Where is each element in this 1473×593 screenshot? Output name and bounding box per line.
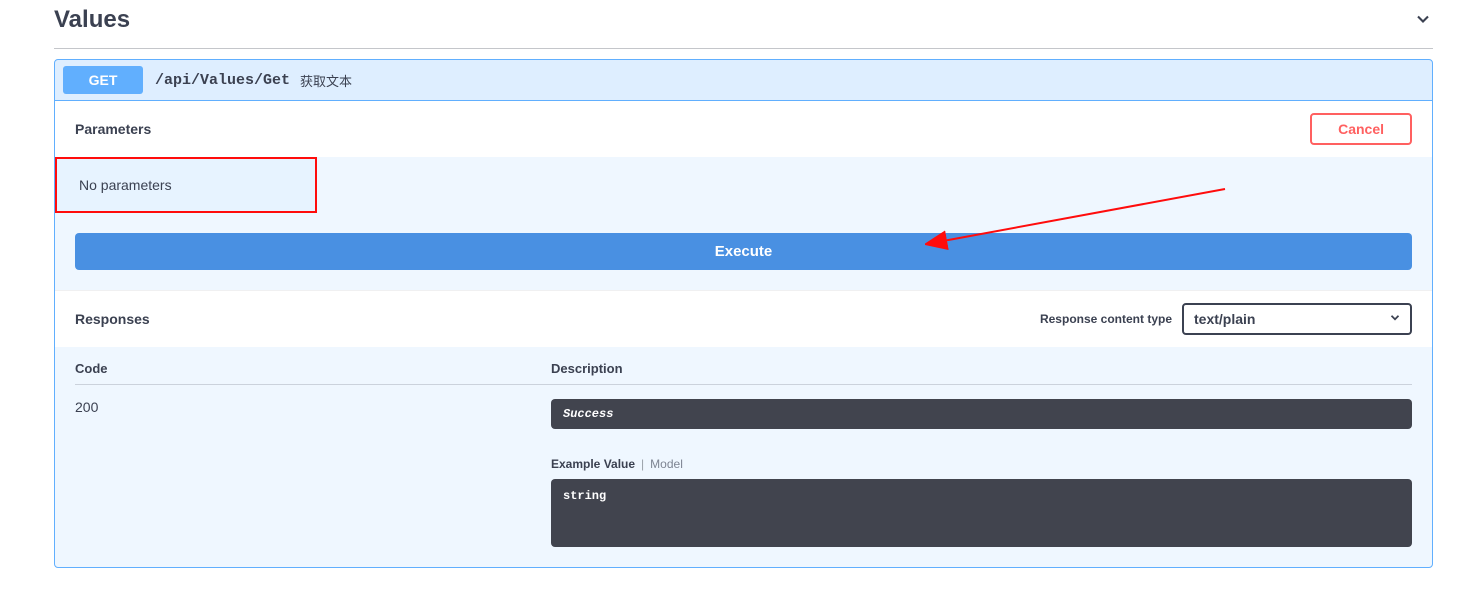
- chevron-down-icon: [1413, 9, 1433, 32]
- response-description-box: Success: [551, 399, 1412, 429]
- execute-button[interactable]: Execute: [75, 233, 1412, 270]
- response-content-type: Response content type text/plain: [1040, 303, 1412, 335]
- code-column-header: Code: [75, 361, 551, 376]
- responses-table-header: Code Description: [75, 361, 1412, 385]
- tag-header[interactable]: Values: [54, 0, 1433, 49]
- parameters-header: Parameters Cancel: [55, 101, 1432, 157]
- parameters-body: No parameters: [55, 157, 1432, 213]
- description-column-header: Description: [551, 361, 1412, 376]
- content-type-select[interactable]: text/plain: [1182, 303, 1412, 335]
- parameters-title: Parameters: [75, 121, 151, 137]
- http-method-badge: GET: [63, 66, 143, 94]
- no-parameters-text: No parameters: [55, 157, 317, 213]
- responses-title: Responses: [75, 311, 150, 327]
- example-tabs: Example Value|Model: [551, 457, 1412, 471]
- example-value-box: string: [551, 479, 1412, 547]
- tag-title: Values: [54, 6, 130, 34]
- responses-header: Responses Response content type text/pla…: [55, 290, 1432, 347]
- tab-separator: |: [635, 457, 650, 471]
- operation-description: 获取文本: [300, 71, 352, 90]
- cancel-button[interactable]: Cancel: [1310, 113, 1412, 145]
- content-type-label: Response content type: [1040, 312, 1172, 326]
- operation-path: /api/Values/Get: [155, 72, 290, 89]
- execute-section: Execute: [55, 213, 1432, 290]
- response-row: 200 Success Example Value|Model string: [75, 385, 1412, 547]
- operation-block: GET /api/Values/Get 获取文本 Parameters Canc…: [54, 59, 1433, 568]
- tab-model[interactable]: Model: [650, 457, 683, 471]
- responses-table: Code Description 200 Success Example Val…: [55, 347, 1432, 567]
- response-code: 200: [75, 399, 551, 547]
- response-detail: Success Example Value|Model string: [551, 399, 1412, 547]
- tab-example-value[interactable]: Example Value: [551, 457, 635, 471]
- operation-summary[interactable]: GET /api/Values/Get 获取文本: [55, 60, 1432, 101]
